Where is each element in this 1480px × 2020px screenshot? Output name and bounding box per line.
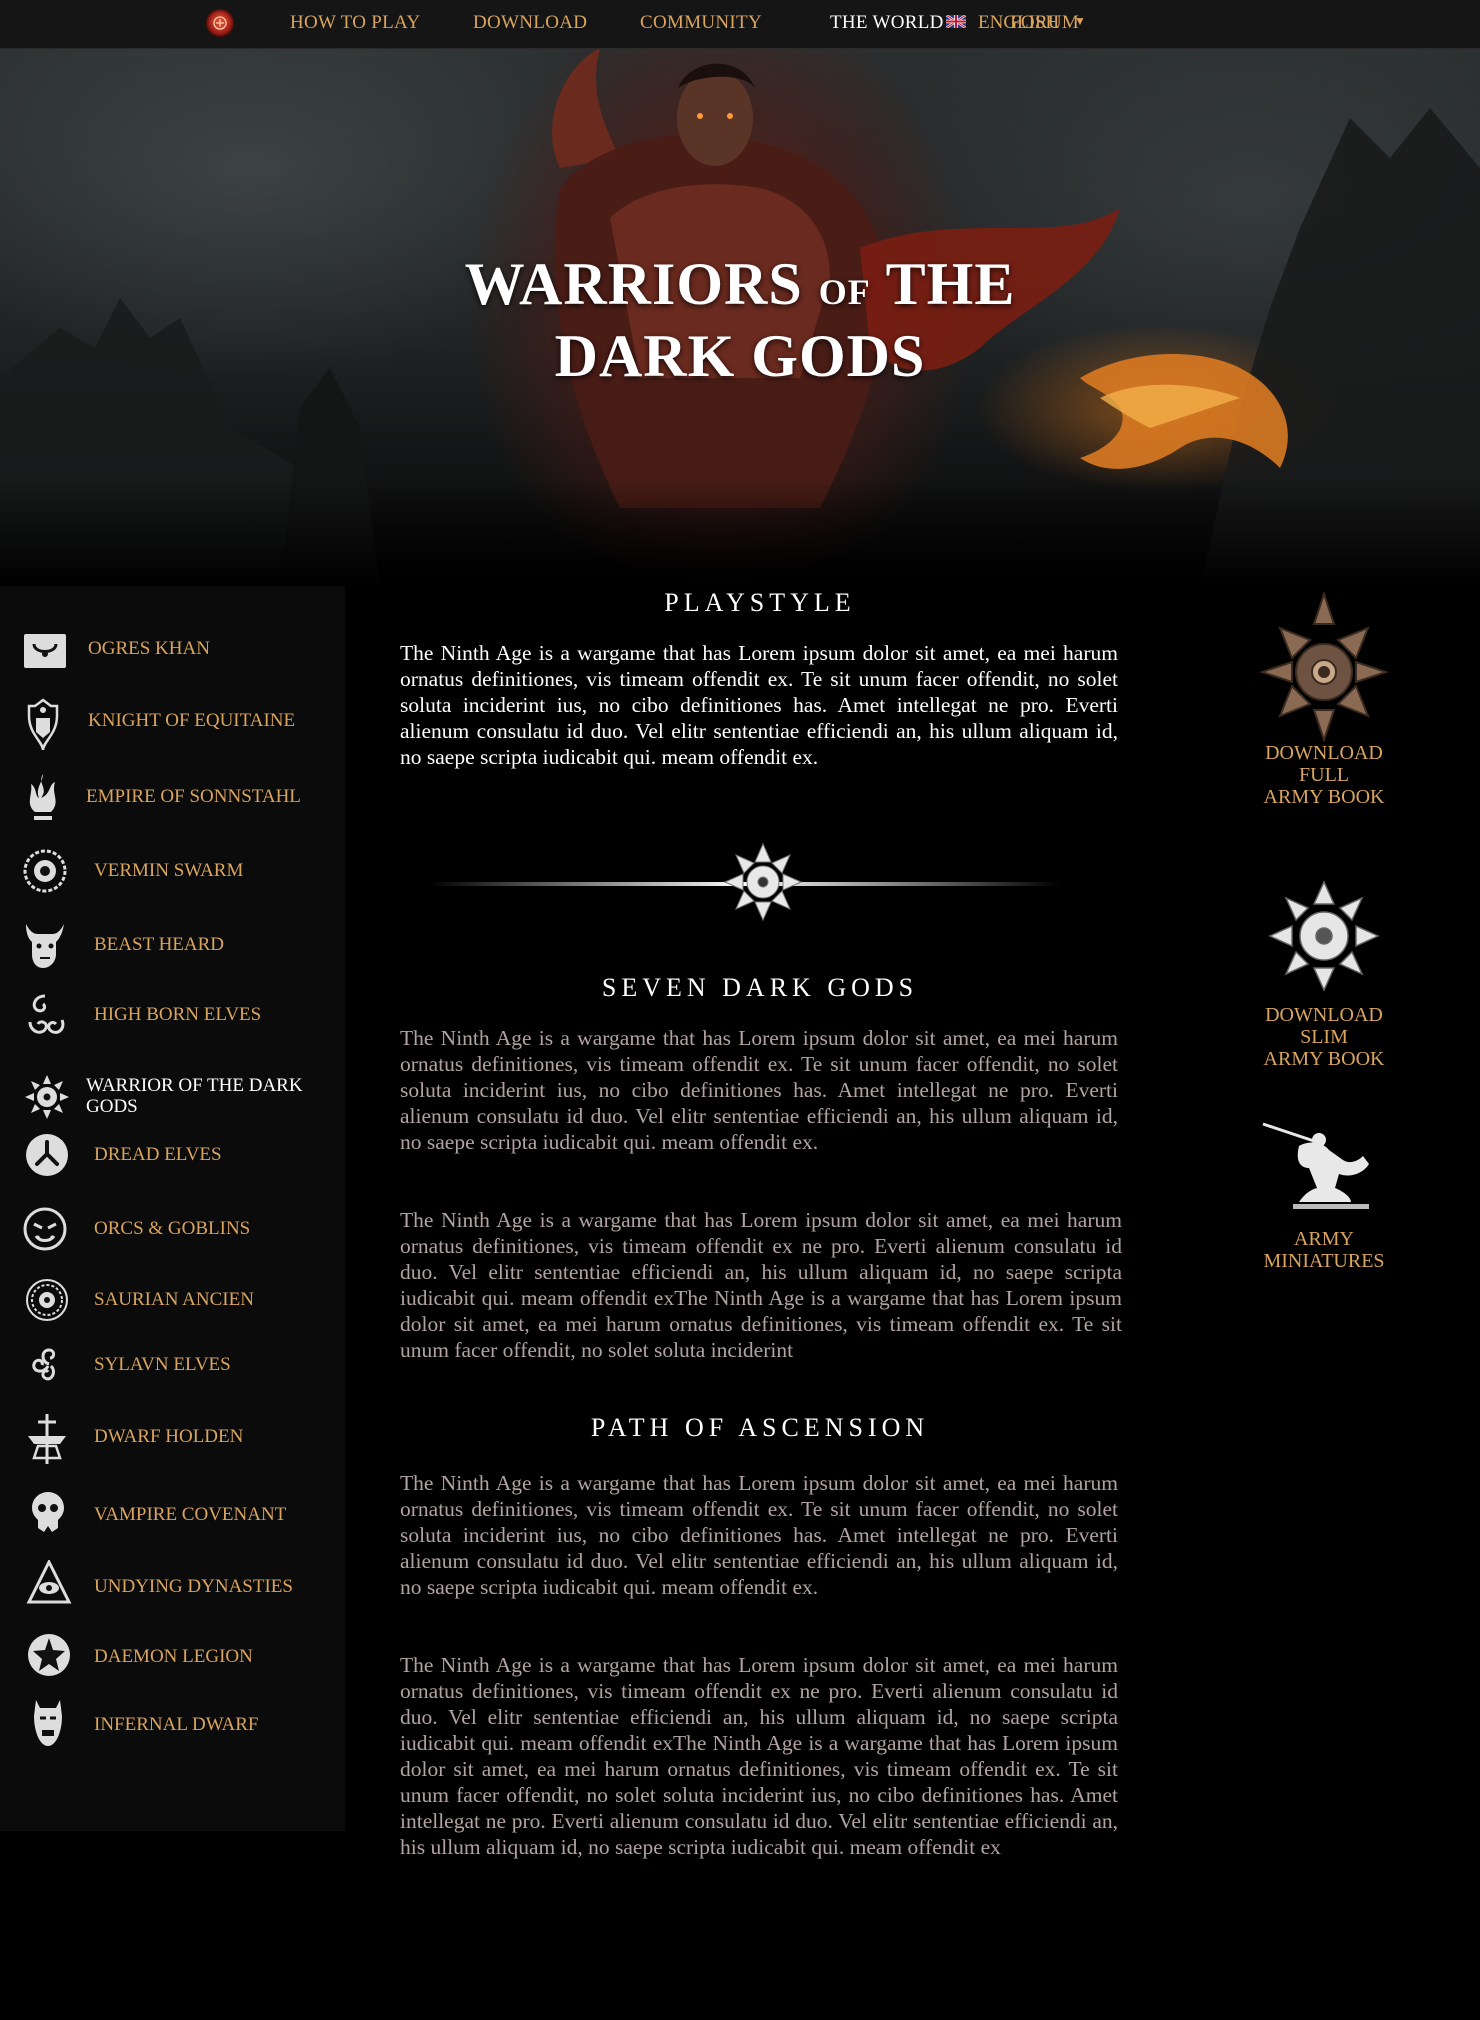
hero-title-line1: WARRIORS OF THE bbox=[0, 250, 1480, 319]
download-slim-label-2: SLIM bbox=[1300, 1026, 1348, 1048]
playstyle-heading: PLAYSTYLE bbox=[664, 588, 856, 617]
download-full-label-1: DOWNLOAD bbox=[1265, 742, 1383, 764]
download-slim-army-book-button[interactable]: DOWNLOAD SLIM ARMY BOOK bbox=[1214, 878, 1434, 1070]
sidebar-item-label: KNIGHT OF EQUITAINE bbox=[88, 710, 296, 731]
seven-dark-gods-text-2: The Ninth Age is a wargame that has Lore… bbox=[400, 1208, 1122, 1362]
nav-the-world[interactable]: THE WORLD bbox=[830, 10, 944, 36]
download-full-label-3: ARMY BOOK bbox=[1263, 786, 1385, 808]
uk-flag-icon[interactable] bbox=[946, 15, 966, 28]
daemon-star-icon bbox=[28, 1634, 70, 1676]
hero-title-word-warriors: WARRIORS bbox=[464, 251, 803, 317]
elf-swirl-icon bbox=[28, 994, 65, 1034]
vampire-skull-icon bbox=[32, 1492, 64, 1532]
miniature-figure-icon bbox=[1262, 1122, 1369, 1209]
empire-flame-icon bbox=[29, 774, 56, 820]
army-miniatures-label-2: MINIATURES bbox=[1263, 1250, 1385, 1272]
chevron-down-icon[interactable]: ▼ bbox=[1074, 14, 1086, 29]
dread-elf-icon bbox=[26, 1134, 68, 1176]
orc-face-icon bbox=[23, 1207, 67, 1251]
sidebar-item-label: VERMIN SWARM bbox=[94, 860, 244, 881]
undying-eye-icon bbox=[26, 1560, 72, 1604]
seven-dark-gods-text-1: The Ninth Age is a wargame that has Lore… bbox=[400, 1026, 1118, 1154]
ogre-icon bbox=[24, 634, 66, 668]
sidebar-item-label: BEAST HEARD bbox=[94, 934, 225, 955]
silver-chaos-star-icon bbox=[1268, 880, 1380, 992]
download-full-label-2: FULL bbox=[1299, 764, 1349, 786]
triskele-icon bbox=[32, 1348, 56, 1381]
download-slim-label-1: DOWNLOAD bbox=[1265, 1004, 1383, 1026]
army-miniatures-label-1: ARMY bbox=[1293, 1228, 1354, 1250]
hero-title-word-of: OF bbox=[818, 272, 871, 312]
nav-how-to-play[interactable]: HOW TO PLAY bbox=[290, 10, 420, 36]
army-miniatures-button[interactable]: ARMY MINIATURES bbox=[1214, 1116, 1434, 1272]
infernal-mask-icon bbox=[34, 1700, 62, 1746]
site-logo-icon[interactable] bbox=[206, 9, 234, 37]
knight-crest-icon bbox=[27, 698, 59, 751]
bronze-chaos-star-icon bbox=[1259, 592, 1389, 742]
download-full-army-book-button[interactable]: DOWNLOAD FULL ARMY BOOK bbox=[1214, 592, 1434, 808]
download-slim-label-3: ARMY BOOK bbox=[1263, 1048, 1385, 1070]
sidebar-item-label: DREAD ELVES bbox=[94, 1144, 222, 1165]
beast-head-icon bbox=[26, 924, 64, 968]
sidebar-item-label: SYLAVN ELVES bbox=[94, 1354, 231, 1375]
sidebar-item-label: ORCS & GOBLINS bbox=[94, 1218, 251, 1239]
top-nav: HOW TO PLAY DOWNLOAD COMMUNITY THE WORLD… bbox=[0, 0, 1480, 49]
army-sidebar: OGRES KHAN KNIGHT OF EQUITAINE EMPIRE OF… bbox=[0, 586, 345, 1831]
sidebar-item-label: OGRES KHAN bbox=[88, 638, 210, 659]
sidebar-item-label: INFERNAL DWARF bbox=[94, 1714, 259, 1735]
sidebar-item-label: HIGH BORN ELVES bbox=[94, 1004, 262, 1025]
sidebar-item-label: WARRIOR OF THE DARK GODS bbox=[86, 1075, 303, 1117]
playstyle-text: The Ninth Age is a wargame that has Lore… bbox=[400, 641, 1118, 769]
sidebar-item-label: VAMPIRE COVENANT bbox=[94, 1504, 287, 1525]
dwarf-anvil-icon bbox=[28, 1414, 66, 1464]
sidebar-item-label: EMPIRE OF SONNSTAHL bbox=[86, 786, 301, 807]
chaos-star-icon bbox=[25, 1075, 69, 1119]
hero-title-line2: DARK GODS bbox=[554, 323, 926, 389]
nav-community[interactable]: COMMUNITY bbox=[640, 10, 762, 36]
path-of-ascension-text-1: The Ninth Age is a wargame that has Lore… bbox=[400, 1471, 1118, 1599]
hero-title-word-the: THE bbox=[885, 251, 1016, 317]
chaos-divider-icon bbox=[430, 842, 1060, 922]
sidebar-item-label: UNDYING DYNASTIES bbox=[94, 1576, 293, 1597]
sidebar-item-label: DWARF HOLDEN bbox=[94, 1426, 244, 1447]
language-selector[interactable]: ENGLISH bbox=[978, 10, 1059, 36]
path-of-ascension-heading: PATH OF ASCENSION bbox=[590, 1413, 930, 1442]
hero-banner: WARRIORS OF THE DARK GODS bbox=[0, 48, 1480, 588]
vermin-wreath-icon bbox=[23, 849, 67, 893]
sidebar-item-label: SAURIAN ANCIEN bbox=[94, 1289, 254, 1310]
nav-download[interactable]: DOWNLOAD bbox=[473, 10, 587, 36]
saurian-disc-icon bbox=[26, 1279, 68, 1321]
seven-dark-gods-heading: SEVEN DARK GODS bbox=[601, 973, 919, 1002]
sidebar-item-label: DAEMON LEGION bbox=[94, 1646, 253, 1667]
path-of-ascension-text-2: The Ninth Age is a wargame that has Lore… bbox=[400, 1653, 1118, 1859]
